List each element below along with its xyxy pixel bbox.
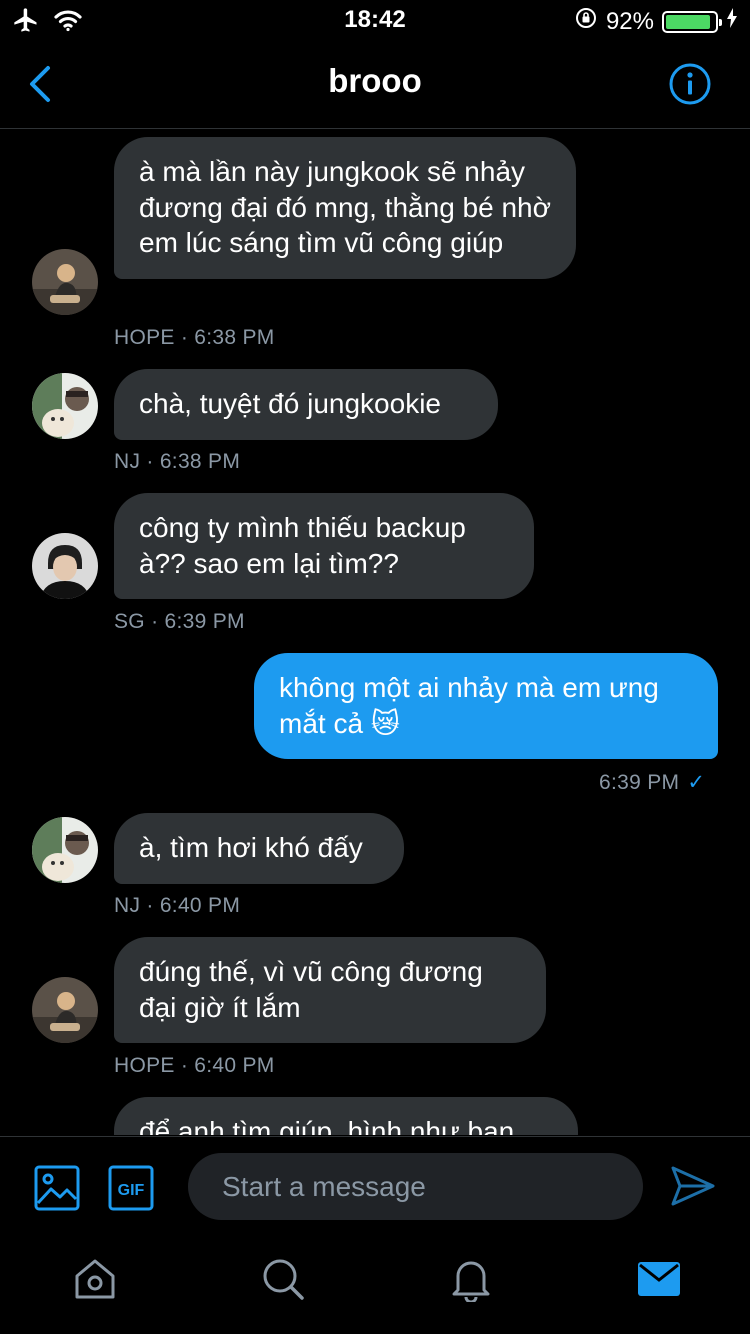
battery-fill xyxy=(666,14,710,29)
outgoing-message-bubble[interactable]: không một ai nhảy mà em ưng mắt cả 😿 xyxy=(254,653,718,759)
message-meta: HOPE · 6:38 PM xyxy=(114,326,275,349)
image-icon xyxy=(34,1165,80,1211)
message-meta: NJ · 6:40 PM xyxy=(114,894,241,917)
gif-icon: GIF xyxy=(108,1165,154,1211)
message-bubble[interactable]: đúng thế, vì vũ công đương đại giờ ít lắ… xyxy=(114,937,546,1043)
tab-messages[interactable] xyxy=(636,1256,682,1302)
send-button[interactable] xyxy=(670,1164,716,1208)
avatar-sg[interactable] xyxy=(32,533,98,599)
message-bubble[interactable]: chà, tuyệt đó jungkookie xyxy=(114,369,498,440)
add-photo-button[interactable] xyxy=(34,1165,80,1211)
message-meta: 6:39 PM ✓ xyxy=(599,770,705,795)
message-meta: NJ · 6:38 PM xyxy=(114,450,241,473)
orientation-lock-icon xyxy=(574,6,598,37)
conversation-header: brooo xyxy=(0,40,750,129)
bell-icon xyxy=(452,1261,490,1304)
message-bubble[interactable]: để anh tìm giúp, hình như bạn xyxy=(114,1097,578,1135)
message-meta: HOPE · 6:40 PM xyxy=(114,1054,275,1077)
message-input[interactable]: Start a message xyxy=(188,1153,643,1220)
tab-home[interactable] xyxy=(72,1256,118,1302)
message-bubble[interactable]: à mà lần này jungkook sẽ nhảy đương đại … xyxy=(114,137,576,279)
tab-bar xyxy=(0,1234,750,1334)
avatar-nj[interactable] xyxy=(32,373,98,439)
message-time: 6:39 PM xyxy=(599,771,680,794)
status-right: 92% xyxy=(574,6,738,37)
message-thread[interactable]: à mà lần này jungkook sẽ nhảy đương đại … xyxy=(0,129,750,1135)
search-icon xyxy=(263,1259,304,1300)
status-bar: 18:42 92% xyxy=(0,0,750,40)
tab-notifications[interactable] xyxy=(448,1256,494,1304)
message-composer: GIF Start a message xyxy=(0,1136,750,1235)
tab-search[interactable] xyxy=(260,1256,306,1302)
conversation-info-button[interactable] xyxy=(668,62,712,106)
avatar-nj[interactable] xyxy=(32,817,98,883)
avatar-hope[interactable] xyxy=(32,977,98,1043)
battery-icon xyxy=(662,10,722,33)
charging-icon xyxy=(726,7,738,36)
battery-percent: 92% xyxy=(605,7,654,35)
conversation-title: brooo xyxy=(328,62,422,99)
send-icon xyxy=(671,1166,715,1206)
svg-text:GIF: GIF xyxy=(118,1182,145,1199)
message-meta: SG · 6:39 PM xyxy=(114,610,245,633)
message-bubble[interactable]: à, tìm hơi khó đấy xyxy=(114,813,404,884)
read-check-icon: ✓ xyxy=(687,771,706,794)
home-icon xyxy=(75,1259,115,1299)
message-bubble[interactable]: công ty mình thiếu backup à?? sao em lại… xyxy=(114,493,534,599)
envelope-icon xyxy=(638,1262,680,1296)
add-gif-button[interactable]: GIF xyxy=(108,1165,154,1211)
avatar-hope[interactable] xyxy=(32,249,98,315)
info-icon xyxy=(669,63,711,105)
